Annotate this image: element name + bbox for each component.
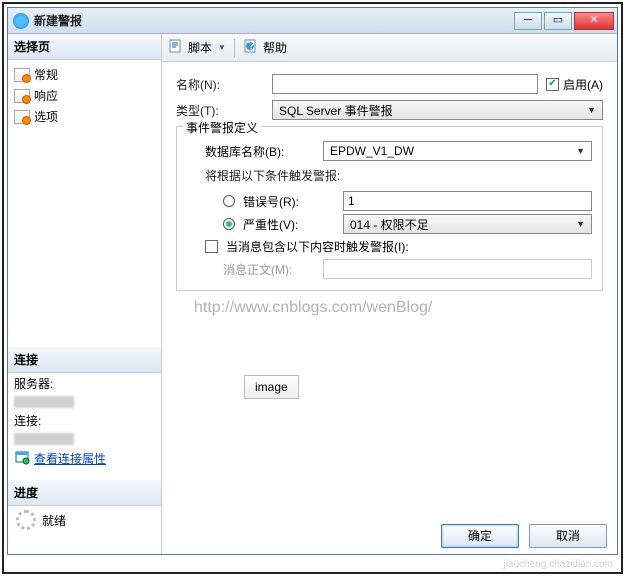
spinner-icon	[16, 510, 36, 530]
bottom-watermark: jiaocheng.chazidian.com	[503, 559, 613, 570]
properties-icon	[14, 449, 30, 468]
sidebar-item-label: 选项	[34, 108, 58, 125]
connection-header: 连接	[8, 347, 161, 373]
close-button[interactable]: ✕	[574, 12, 614, 30]
maximize-button[interactable]: ▭	[544, 12, 572, 30]
svg-text:?: ?	[248, 38, 255, 52]
view-connection-link[interactable]: 查看连接属性	[8, 447, 161, 470]
enable-checkbox[interactable]: ✔	[546, 78, 559, 91]
enable-label: 启用(A)	[563, 76, 603, 93]
type-label: 类型(T):	[176, 102, 264, 119]
errno-radio[interactable]	[223, 195, 235, 207]
page-icon	[14, 110, 30, 124]
condition-text: 将根据以下条件触发警报:	[187, 165, 592, 188]
type-value: SQL Server 事件警报	[279, 102, 393, 119]
sidebar-item-options[interactable]: 选项	[8, 106, 161, 127]
msg-text-label: 消息正文(M):	[223, 261, 315, 278]
sidebar: 选择页 常规 响应 选项 连接 服务器: 连接:	[8, 34, 162, 554]
ready-label: 就绪	[42, 512, 66, 529]
severity-label: 严重性(V):	[243, 216, 335, 233]
chevron-down-icon: ▼	[576, 219, 585, 229]
type-combo[interactable]: SQL Server 事件警报 ▼	[272, 100, 603, 120]
chevron-down-icon: ▼	[587, 105, 596, 115]
progress-header: 进度	[8, 480, 161, 506]
pages-header: 选择页	[8, 34, 161, 60]
server-label: 服务器:	[8, 373, 161, 394]
view-props-text: 查看连接属性	[34, 450, 106, 467]
minimize-button[interactable]: ─	[514, 12, 542, 30]
sidebar-item-label: 常规	[34, 66, 58, 83]
conn-label: 连接:	[8, 410, 161, 431]
watermark-text: http://www.cnblogs.com/wenBlog/	[194, 299, 603, 317]
severity-combo[interactable]: 014 - 权限不足 ▼	[343, 214, 592, 234]
name-input[interactable]	[272, 74, 538, 94]
fieldset-legend: 事件警报定义	[183, 119, 261, 136]
main-panel: 脚本 ▼ ? 帮助 名称(N): ✔ 启用(A) 类型(T	[162, 34, 617, 554]
script-button[interactable]: 脚本	[188, 39, 212, 56]
severity-radio[interactable]	[223, 218, 235, 230]
db-value: EPDW_V1_DW	[330, 144, 414, 158]
severity-value: 014 - 权限不足	[350, 216, 429, 233]
window-title: 新建警报	[34, 12, 514, 29]
name-label: 名称(N):	[176, 76, 264, 93]
titlebar: 新建警报 ─ ▭ ✕	[8, 8, 617, 34]
image-button[interactable]: image	[244, 375, 299, 399]
page-icon	[14, 68, 30, 82]
sidebar-item-label: 响应	[34, 87, 58, 104]
errno-label: 错误号(R):	[243, 193, 335, 210]
errno-input[interactable]	[343, 191, 592, 211]
cancel-button[interactable]: 取消	[529, 524, 607, 548]
db-combo[interactable]: EPDW_V1_DW ▼	[323, 141, 592, 161]
db-label: 数据库名称(B):	[205, 143, 315, 160]
ok-button[interactable]: 确定	[441, 524, 519, 548]
page-icon	[14, 89, 30, 103]
info-icon	[13, 13, 29, 29]
msg-contains-label: 当消息包含以下内容时触发警报(I):	[226, 238, 409, 255]
dialog-window: 新建警报 ─ ▭ ✕ 选择页 常规 响应 选项	[7, 7, 618, 555]
help-button[interactable]: 帮助	[263, 39, 287, 56]
script-icon	[168, 38, 184, 57]
server-value	[14, 396, 74, 408]
sidebar-item-general[interactable]: 常规	[8, 64, 161, 85]
conn-value	[14, 433, 74, 445]
separator	[234, 39, 235, 57]
help-icon: ?	[243, 38, 259, 57]
msg-text-input	[323, 259, 592, 279]
chevron-down-icon[interactable]: ▼	[218, 43, 226, 52]
toolbar: 脚本 ▼ ? 帮助	[162, 34, 617, 62]
chevron-down-icon: ▼	[576, 146, 585, 156]
sidebar-item-response[interactable]: 响应	[8, 85, 161, 106]
event-fieldset: 事件警报定义 数据库名称(B): EPDW_V1_DW ▼ 将根据以下条件触发警…	[176, 126, 603, 291]
msg-contains-checkbox[interactable]	[205, 240, 218, 253]
